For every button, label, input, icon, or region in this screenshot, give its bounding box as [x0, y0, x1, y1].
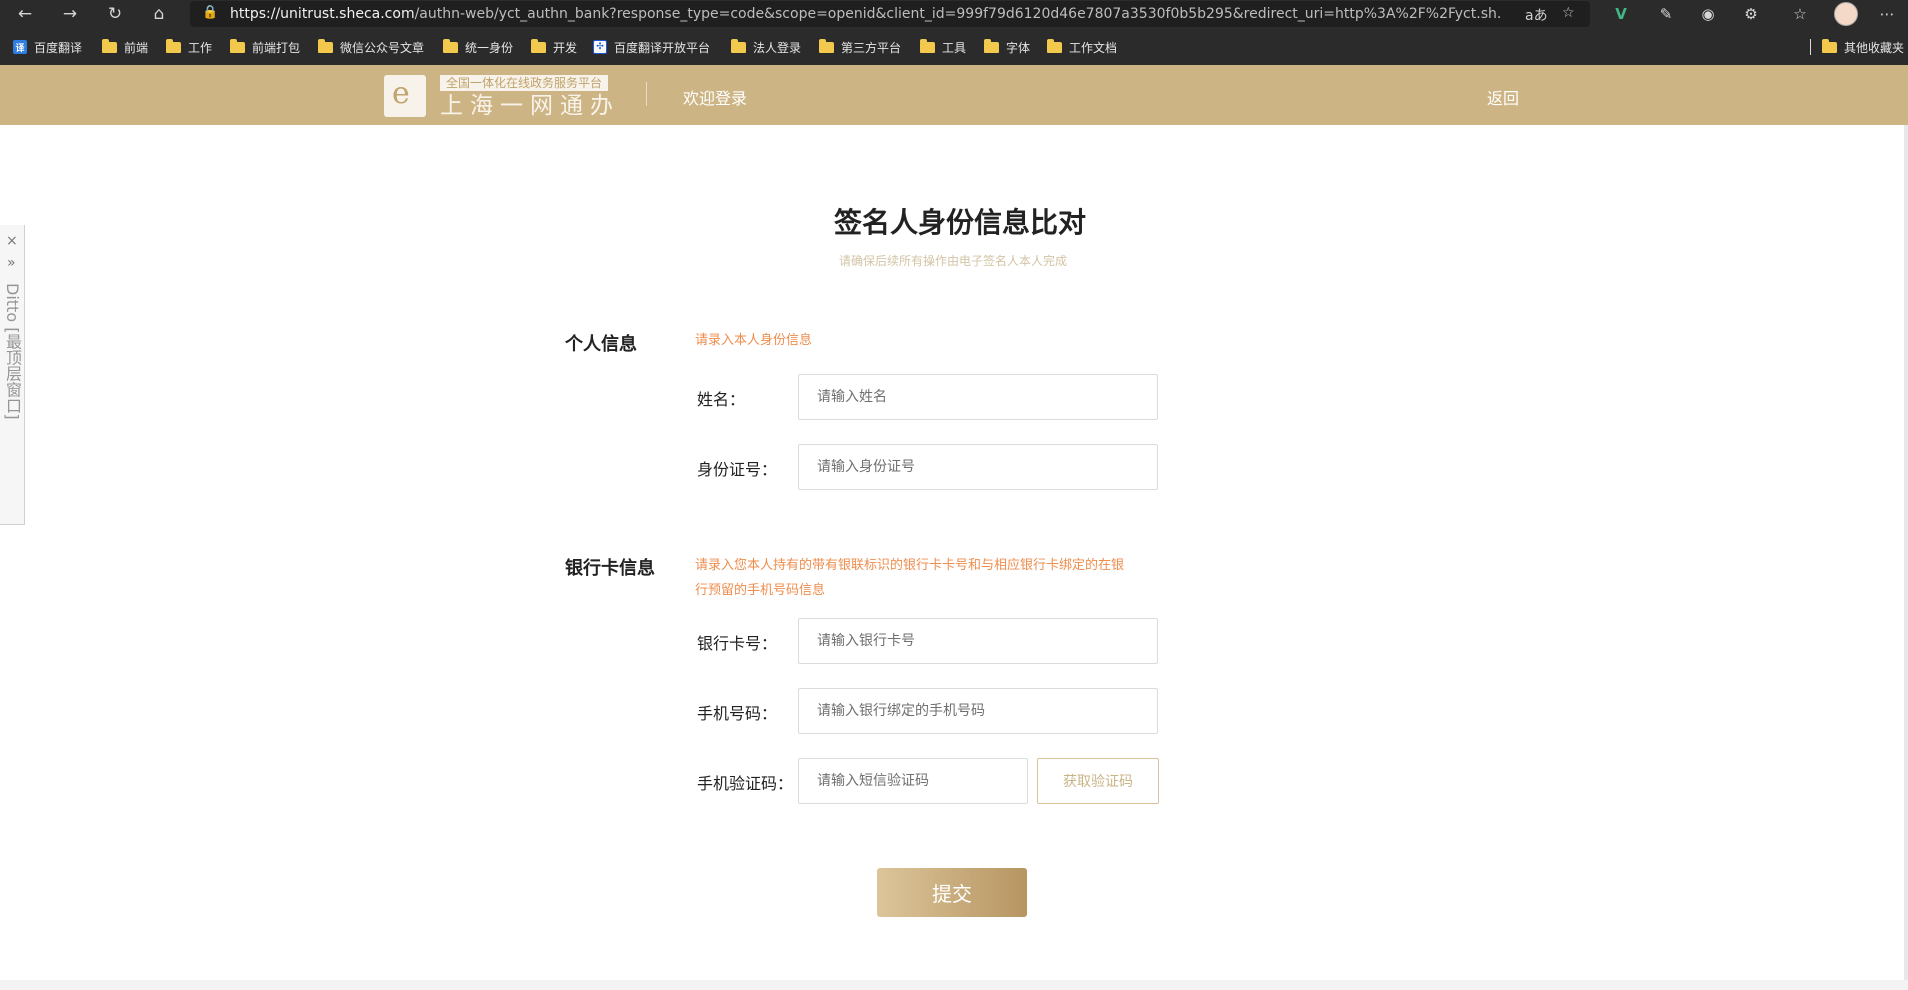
- page-subtitle: 请确保后续所有操作由电子签名人本人完成: [838, 254, 1067, 268]
- folder-icon: [1822, 38, 1837, 53]
- get-sms-code-button[interactable]: 获取验证码: [1037, 758, 1159, 804]
- bank-card-field[interactable]: [798, 618, 1158, 664]
- folder-icon: [819, 38, 834, 53]
- site-header: 全国一体化在线政务服务平台 上海一网通办 欢迎登录 返回: [0, 65, 1908, 125]
- logo-main-text: 上海一网通办: [440, 93, 620, 119]
- sms-code-input[interactable]: [799, 759, 1027, 803]
- address-bar[interactable]: 🔒 https://unitrust.sheca.com/authn-web/y…: [190, 1, 1590, 27]
- personal-info-heading: 个人信息: [565, 334, 637, 355]
- submit-button[interactable]: 提交: [877, 868, 1027, 917]
- page-bottom-band: [0, 980, 1908, 990]
- extension-shield-icon[interactable]: ◉: [1697, 3, 1719, 25]
- profile-avatar[interactable]: [1834, 2, 1858, 26]
- close-icon[interactable]: ×: [6, 233, 18, 249]
- bank-card-note-line-2: 行预留的手机号码信息: [695, 583, 826, 598]
- bookmarks-divider: [1810, 39, 1811, 55]
- lock-icon: 🔒: [202, 5, 219, 20]
- shanghai-gov-logo-icon: [384, 75, 426, 117]
- bookmark-folder[interactable]: 微信公众号文章: [318, 35, 424, 59]
- url-path: /authn-web/yct_authn_bank?response_type=…: [414, 6, 1500, 22]
- welcome-text: 欢迎登录: [683, 89, 748, 108]
- sms-code-label: 手机验证码：: [697, 774, 794, 793]
- bookmark-folder[interactable]: 工作: [166, 35, 212, 59]
- name-label: 姓名：: [697, 390, 746, 409]
- bookmark-folder[interactable]: 第三方平台: [819, 35, 901, 59]
- forward-arrow-icon[interactable]: →: [58, 2, 82, 26]
- favorite-add-icon[interactable]: ☆: [1562, 5, 1575, 21]
- bank-card-note-line-1: 请录入您本人持有的带有银联标识的银行卡卡号和与相应银行卡绑定的在银: [695, 558, 1125, 573]
- page-title: 签名人身份信息比对: [834, 206, 1087, 239]
- phone-number-label: 手机号码：: [697, 704, 778, 723]
- vertical-scrollbar[interactable]: [1904, 125, 1908, 980]
- sms-code-field[interactable]: [798, 758, 1028, 804]
- ditto-side-tab[interactable]: × » Ditto [最顶层窗口]: [0, 225, 25, 525]
- favorites-icon[interactable]: ☆: [1789, 3, 1811, 25]
- url-text[interactable]: https://unitrust.sheca.com/authn-web/yct…: [230, 6, 1500, 23]
- folder-icon: [531, 38, 546, 53]
- personal-info-note: 请录入本人身份信息: [695, 333, 813, 348]
- name-field[interactable]: [798, 374, 1158, 420]
- home-icon[interactable]: ⌂: [147, 2, 171, 26]
- more-menu-icon[interactable]: ⋯: [1876, 3, 1898, 25]
- bookmark-folder[interactable]: 法人登录: [731, 35, 801, 59]
- folder-icon: [443, 38, 458, 53]
- browser-navigation-bar: ← → ↻ ⌂ 🔒 https://unitrust.sheca.com/aut…: [0, 0, 1908, 28]
- bookmark-folder[interactable]: 前端打包: [230, 35, 300, 59]
- logo-top-text: 全国一体化在线政务服务平台: [440, 75, 608, 91]
- folder-icon: [920, 38, 935, 53]
- translate-icon: 译: [13, 40, 27, 54]
- phone-number-input[interactable]: [799, 689, 1157, 733]
- folder-icon: [731, 38, 746, 53]
- id-number-input[interactable]: [799, 445, 1157, 489]
- folder-icon: [230, 38, 245, 53]
- extension-tool-icon[interactable]: ✎: [1655, 3, 1677, 25]
- id-number-field[interactable]: [798, 444, 1158, 490]
- reload-icon[interactable]: ↻: [103, 2, 127, 26]
- header-divider: [646, 82, 647, 106]
- url-host: https://unitrust.sheca.com: [230, 6, 415, 22]
- bookmark-folder[interactable]: 开发: [531, 35, 577, 59]
- bank-card-input[interactable]: [799, 619, 1157, 663]
- bank-card-label: 银行卡号：: [697, 634, 778, 653]
- back-arrow-icon[interactable]: ←: [13, 2, 37, 26]
- bookmark-folder[interactable]: 字体: [984, 35, 1030, 59]
- bookmark-baidu-open-platform[interactable]: ✣ 百度翻译开放平台: [593, 35, 710, 59]
- extensions-puzzle-icon[interactable]: ⚙: [1740, 3, 1762, 25]
- ditto-window-label: Ditto [最顶层窗口]: [3, 283, 22, 420]
- name-input[interactable]: [799, 375, 1157, 419]
- double-chevron-right-icon[interactable]: »: [7, 255, 16, 271]
- other-bookmarks[interactable]: 其他收藏夹: [1822, 35, 1904, 59]
- folder-icon: [102, 38, 117, 53]
- paw-icon: ✣: [593, 40, 607, 54]
- back-link[interactable]: 返回: [1487, 85, 1519, 109]
- folder-icon: [166, 38, 181, 53]
- vue-devtools-icon[interactable]: V: [1610, 3, 1632, 25]
- bookmark-folder[interactable]: 工具: [920, 35, 966, 59]
- folder-icon: [984, 38, 999, 53]
- browser-chrome: ← → ↻ ⌂ 🔒 https://unitrust.sheca.com/aut…: [0, 0, 1908, 65]
- phone-number-field[interactable]: [798, 688, 1158, 734]
- folder-icon: [1047, 38, 1062, 53]
- bookmark-baidu-translate[interactable]: 译百度翻译: [13, 35, 82, 59]
- bookmark-folder[interactable]: 统一身份: [443, 35, 513, 59]
- bank-card-info-note: 请录入您本人持有的带有银联标识的银行卡卡号和与相应银行卡绑定的在银 行预留的手机…: [695, 553, 1165, 603]
- bookmark-folder[interactable]: 工作文档: [1047, 35, 1117, 59]
- folder-icon: [318, 38, 333, 53]
- translate-icon[interactable]: aあ: [1525, 5, 1548, 25]
- bookmark-folder[interactable]: 前端: [102, 35, 148, 59]
- bookmarks-bar: 译百度翻译 前端 工作 前端打包 微信公众号文章 统一身份 开发 ✣ 百度翻译开放…: [0, 35, 1908, 59]
- id-number-label: 身份证号：: [697, 460, 778, 479]
- bank-card-info-heading: 银行卡信息: [565, 558, 655, 579]
